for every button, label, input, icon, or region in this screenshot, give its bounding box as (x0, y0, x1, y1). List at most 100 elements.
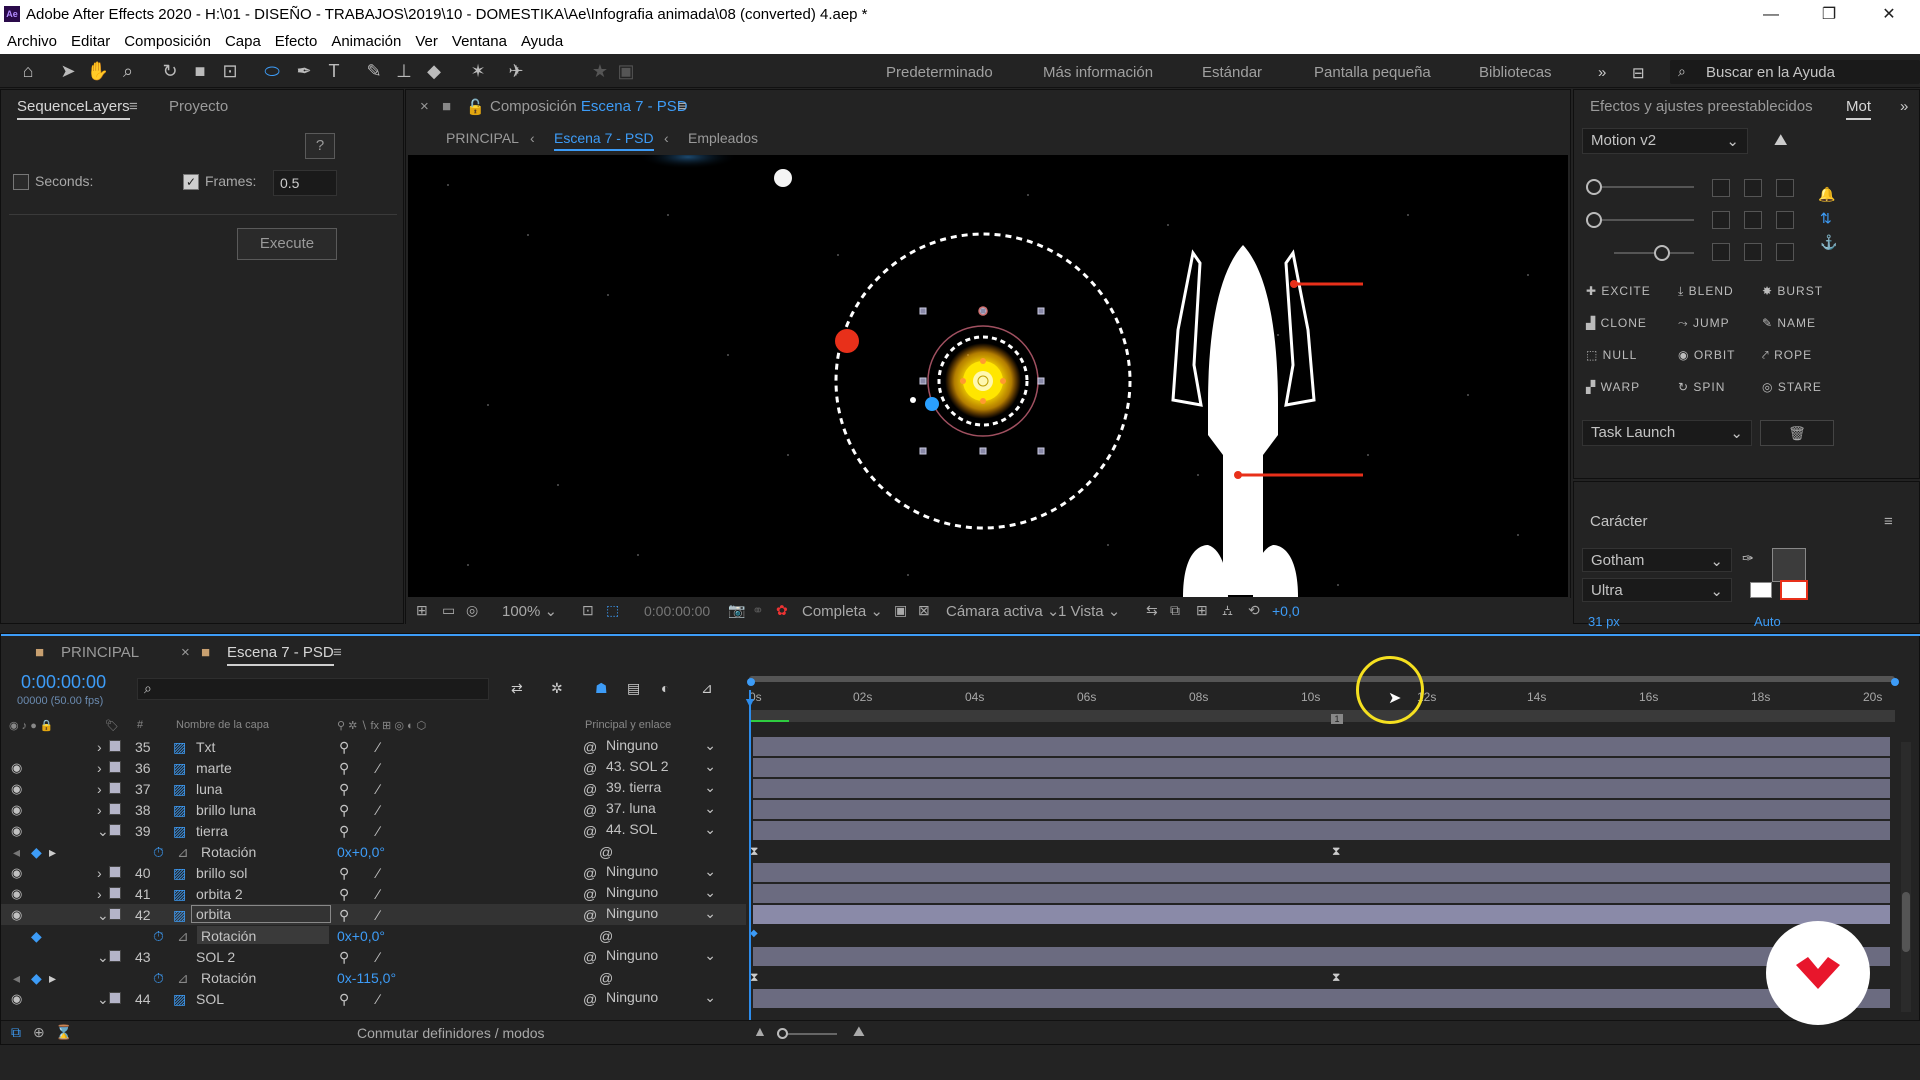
graph-icon[interactable]: ⊿ (177, 844, 189, 861)
minimize-button[interactable]: — (1748, 2, 1794, 28)
excite-button[interactable]: ✚ EXCITE (1586, 284, 1651, 298)
layer-bar[interactable] (753, 779, 1890, 798)
monitor-icon[interactable]: ▭ (442, 602, 455, 619)
tab-effects-presets[interactable]: Efectos y ajustes preestablecidos (1590, 98, 1813, 115)
quality-switch-icon[interactable]: ∕ (377, 886, 379, 902)
eye-icon[interactable]: ◉ (11, 802, 22, 818)
collapse-icon[interactable]: ⌄ (97, 991, 109, 1008)
layer-name[interactable]: luna (196, 781, 222, 797)
close-tab-icon[interactable]: × (181, 644, 190, 661)
exposure-icon[interactable]: ⟲ (1248, 602, 1260, 619)
keyframe-marker[interactable]: ⧗ (750, 844, 758, 859)
parent-dropdown[interactable]: Ninguno ⌄ (606, 989, 716, 1008)
layer-bar[interactable] (753, 905, 1890, 924)
pickwhip-icon[interactable]: @ (583, 949, 597, 965)
parent-dropdown[interactable]: Ninguno ⌄ (606, 863, 716, 882)
zoom-out-icon[interactable]: ▲ (753, 1023, 767, 1039)
ellipse-tool-icon[interactable]: ⬭ (260, 60, 284, 82)
layer-bar[interactable] (753, 800, 1890, 819)
stopwatch-icon[interactable]: ⏱ (153, 844, 164, 861)
layer-bar[interactable] (753, 989, 1890, 1008)
menu-capa[interactable]: Capa (218, 30, 268, 50)
layer-bar[interactable] (753, 821, 1890, 840)
parent-dropdown[interactable]: 44. SOL ⌄ (606, 821, 716, 840)
expand-icon[interactable]: › (97, 739, 102, 755)
layer-search-input[interactable]: ⌕ (137, 678, 489, 700)
frames-input[interactable]: 0.5 (273, 170, 337, 196)
work-area-end[interactable] (1891, 678, 1899, 686)
comp-mini-flowchart-icon[interactable]: ⇄ (511, 680, 523, 697)
keyframe-marker[interactable]: ⧗ (1332, 970, 1340, 985)
keyframe-marker[interactable]: ◆ (750, 928, 758, 939)
layer-name[interactable]: tierra (196, 823, 228, 839)
quality-switch-icon[interactable]: ∕ (377, 760, 379, 776)
pickwhip-icon[interactable]: @ (599, 970, 613, 986)
workspace-mas-informacion[interactable]: Más información (1043, 64, 1153, 81)
execute-button[interactable]: Execute (237, 228, 337, 260)
transparency-grid-icon[interactable]: ⬚ (606, 602, 619, 619)
pen-tool-icon[interactable]: ✒ (292, 60, 316, 82)
parent-dropdown[interactable]: 39. tierra ⌄ (606, 779, 716, 798)
show-snapshot-icon[interactable]: ⚭ (752, 602, 764, 619)
layer-bar[interactable] (753, 758, 1890, 777)
eye-icon[interactable]: ◉ (11, 781, 22, 797)
pickwhip-icon[interactable]: @ (583, 907, 597, 923)
pickwhip-icon[interactable]: @ (583, 865, 597, 881)
menu-archivo[interactable]: Archivo (0, 30, 64, 50)
seconds-checkbox[interactable] (13, 174, 29, 190)
layer-switches-icon[interactable]: ⧉ (11, 1024, 21, 1041)
label-color[interactable] (109, 887, 121, 899)
layer-row[interactable]: ◉ › 36 ▨ marte ⚲ ∕ @ 43. SOL 2 ⌄ (1, 757, 746, 778)
puppet-tool-icon[interactable]: ✈ (504, 60, 528, 82)
menu-animacion[interactable]: Animación (324, 30, 408, 50)
anchor-bottom-right[interactable] (1776, 243, 1794, 261)
rope-button[interactable]: ⤤ ROPE (1762, 348, 1812, 363)
col-parent[interactable]: Principal y enlace (585, 719, 671, 731)
shy-switch-icon[interactable]: ⚲ (339, 991, 349, 1008)
collapse-icon[interactable]: ⌄ (97, 907, 109, 924)
expand-icon[interactable]: › (97, 781, 102, 797)
menu-composicion[interactable]: Composición (117, 30, 218, 50)
graph-icon[interactable]: ⊿ (177, 928, 189, 945)
eye-icon[interactable]: ◉ (11, 760, 22, 776)
crumb-empleados[interactable]: Empleados (688, 130, 758, 146)
panel-menu-icon[interactable]: ≡ (1884, 513, 1893, 530)
label-color[interactable] (109, 908, 121, 920)
tab-escena7[interactable]: Escena 7 - PSD (227, 644, 334, 666)
parent-dropdown[interactable]: Ninguno ⌄ (606, 947, 716, 966)
pickwhip-icon[interactable]: @ (583, 739, 597, 755)
workspace-bibliotecas[interactable]: Bibliotecas (1479, 64, 1552, 81)
shy-switch-icon[interactable]: ⚲ (339, 886, 349, 903)
shy-switch-icon[interactable]: ⚲ (339, 907, 349, 924)
layer-row[interactable]: ◉ ⌄ 39 ▨ tierra ⚲ ∕ @ 44. SOL ⌄ (1, 820, 746, 841)
anchor-top-right[interactable] (1776, 179, 1794, 197)
workspace-pantalla-pequena[interactable]: Pantalla pequeña (1314, 64, 1431, 81)
grid-icon[interactable]: ⊞ (416, 602, 428, 619)
camera-tool-icon[interactable]: ■ (188, 60, 212, 82)
workspace-panel-icon[interactable]: ⊟ (1632, 64, 1645, 82)
shy-switch-icon[interactable]: ⚲ (339, 781, 349, 798)
comp-tab[interactable]: Composición Escena 7 - PSD (490, 98, 688, 115)
label-color[interactable] (109, 992, 121, 1004)
parent-dropdown[interactable]: 43. SOL 2 ⌄ (606, 758, 716, 777)
slider-knob[interactable] (1586, 212, 1602, 228)
help-button[interactable]: ? (305, 133, 335, 159)
eye-icon[interactable]: ◉ (11, 907, 22, 923)
rotate-tool-icon[interactable]: ↻ (158, 60, 182, 82)
property-row[interactable]: ◂ ◆ ▸ ⏱ ⊿ Rotación 0x-115,0° @ (1, 967, 746, 988)
slider-knob[interactable] (1586, 179, 1602, 195)
close-tab-icon[interactable]: × (420, 98, 429, 115)
stamp-tool-icon[interactable]: ⊥ (392, 60, 416, 82)
render-time-icon[interactable]: ⌛ (55, 1024, 72, 1041)
snapshot-icon[interactable]: 📷 (728, 602, 745, 619)
quality-switch-icon[interactable]: ∕ (377, 991, 379, 1007)
menu-ventana[interactable]: Ventana (445, 30, 514, 50)
eyedropper-icon[interactable]: ✑ (1742, 550, 1754, 567)
stroke-color-swatch[interactable] (1780, 580, 1808, 600)
white-swatch[interactable] (1750, 582, 1772, 598)
bell-icon[interactable]: 🔔 (1818, 186, 1835, 203)
eye-icon[interactable]: ◉ (11, 865, 22, 881)
pickwhip-icon[interactable]: @ (583, 886, 597, 902)
exposure-value[interactable]: +0,0 (1272, 603, 1300, 619)
expand-icon[interactable]: › (97, 886, 102, 902)
